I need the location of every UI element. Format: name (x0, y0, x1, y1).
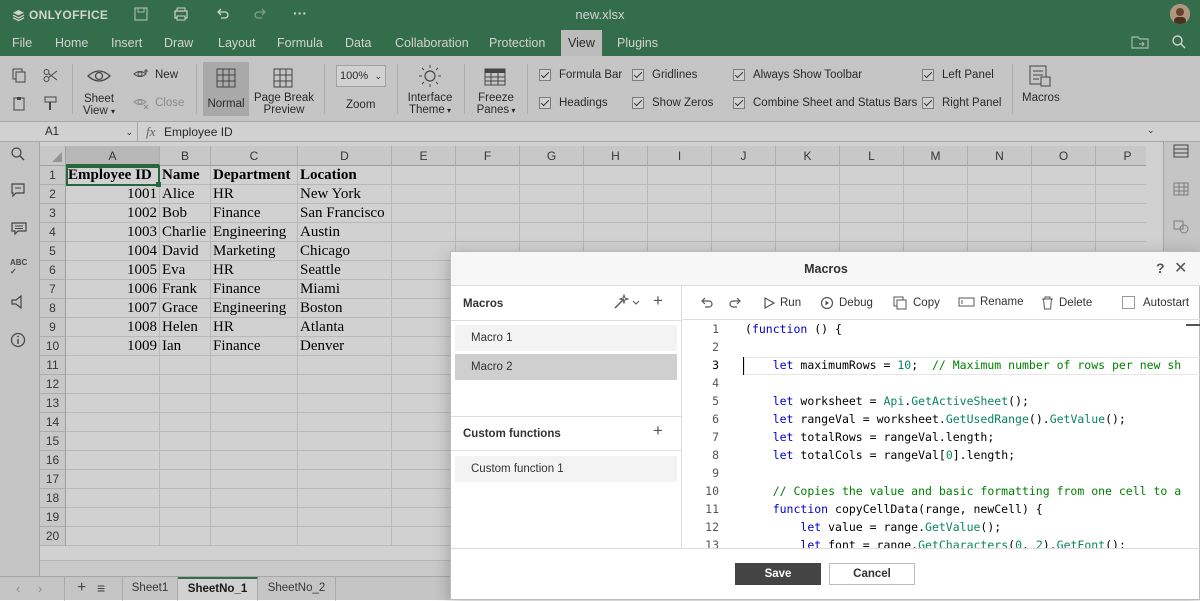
code-line: let font = range.GetCharacters(0, 2).Get… (800, 538, 1126, 548)
save-button[interactable]: Save (735, 563, 821, 585)
rename-label: Rename (980, 296, 1024, 308)
code-line: (function () { (745, 322, 842, 336)
code-line: // Copies the value and basic formatting… (772, 484, 1182, 498)
undo-icon[interactable] (699, 296, 713, 310)
copy-label: Copy (913, 297, 940, 309)
macro-item-selected[interactable]: Macro 2 (455, 354, 677, 380)
dialog-title: Macros (451, 252, 1200, 286)
help-icon[interactable]: ? (1156, 260, 1165, 276)
code-line: let maximumRows = 10; // Maximum number … (772, 358, 1182, 372)
dialog-footer: Save Cancel (451, 548, 1200, 601)
autostart-label: Autostart (1143, 296, 1190, 309)
checkbox-box (1122, 296, 1135, 309)
copy-button[interactable]: Copy (893, 296, 940, 310)
code-line: let totalCols = rangeVal[0].length; (772, 448, 1016, 462)
line-number: 7 (712, 430, 719, 444)
macro-item[interactable]: Macro 1 (455, 325, 677, 351)
debug-label: Debug (839, 297, 873, 309)
add-function-icon[interactable]: + (653, 421, 663, 441)
delete-label: Delete (1059, 297, 1093, 309)
play-icon (764, 296, 775, 310)
code-line: let worksheet = Api.GetActiveSheet(); (772, 394, 1029, 408)
run-label: Run (780, 297, 802, 309)
macro-toolbar: Run Debug Copy Rename Delete Autostart (683, 286, 1200, 320)
line-number: 3 (712, 358, 719, 372)
code-line: let value = range.GetValue(); (800, 520, 1002, 534)
debug-button[interactable]: Debug (820, 296, 873, 310)
custom-functions-heading: Custom functions (463, 428, 561, 440)
code-editor[interactable]: 1 (function () { 2 3 let maximumRows = 10; … (683, 321, 1200, 548)
editor-scrollbar[interactable] (1186, 324, 1200, 326)
line-number: 12 (705, 520, 719, 534)
line-number: 2 (712, 340, 719, 354)
code-line: function copyCellData(range, newCell) { (772, 502, 1043, 516)
cancel-button[interactable]: Cancel (829, 563, 915, 585)
line-number: 6 (712, 412, 719, 426)
add-macro-icon[interactable]: + (653, 291, 663, 311)
delete-button[interactable]: Delete (1041, 296, 1092, 310)
line-number: 5 (712, 394, 719, 408)
line-number: 13 (705, 538, 719, 548)
redo-icon[interactable] (729, 296, 743, 310)
run-button[interactable]: Run (763, 296, 801, 310)
code-line: let rangeVal = worksheet.GetUsedRange().… (772, 412, 1126, 426)
ai-wand-icon[interactable] (613, 294, 639, 310)
line-number: 10 (705, 484, 719, 498)
line-number: 9 (712, 466, 719, 480)
text-cursor (743, 357, 744, 375)
debug-icon (820, 296, 834, 310)
close-icon[interactable]: ✕ (1174, 258, 1187, 278)
macros-heading: Macros (463, 298, 504, 310)
line-number: 8 (712, 448, 719, 462)
macros-dialog: Macros ? ✕ Macros + Macro 1 Macro 2 Cust… (450, 251, 1200, 600)
line-number: 1 (712, 322, 719, 336)
trash-icon (1042, 296, 1053, 310)
code-line: let totalRows = rangeVal.length; (772, 430, 995, 444)
line-number: 4 (712, 376, 719, 390)
copy-icon (893, 296, 907, 310)
autostart-checkbox[interactable]: Autostart (1122, 296, 1189, 309)
rename-icon (958, 297, 975, 307)
custom-function-item[interactable]: Custom function 1 (455, 456, 677, 482)
line-number: 11 (705, 502, 719, 516)
rename-button[interactable]: Rename (958, 296, 1023, 308)
macros-list-pane: Macros + Macro 1 Macro 2 Custom function… (451, 286, 682, 548)
